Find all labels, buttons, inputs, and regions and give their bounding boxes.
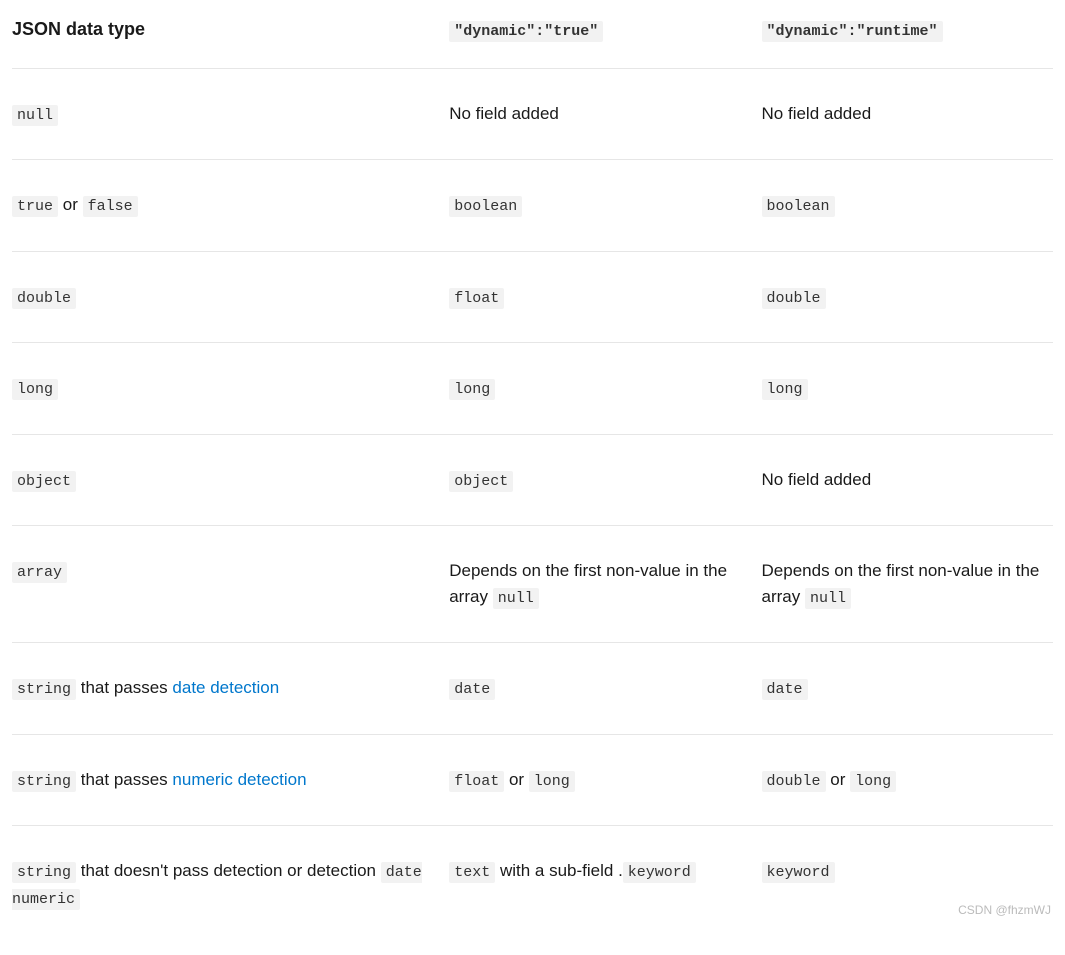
json-type-table: JSON data type "dynamic":"true" "dynamic…	[12, 12, 1053, 943]
table-cell: object	[12, 434, 449, 526]
cell-code: null	[805, 588, 851, 609]
table-cell: long	[762, 343, 1053, 435]
table-cell: float or long	[449, 734, 761, 826]
cell-text: with a sub-field .	[495, 861, 623, 880]
table-cell: double	[762, 251, 1053, 343]
cell-text: that passes	[76, 770, 172, 789]
cell-text: No field added	[762, 470, 872, 489]
cell-text: or	[826, 770, 851, 789]
table-cell: string that passes date detection	[12, 643, 449, 735]
cell-link[interactable]: date detection	[172, 678, 279, 697]
cell-code: float	[449, 771, 504, 792]
table-cell: long	[449, 343, 761, 435]
table-cell: null	[12, 68, 449, 160]
table-cell: double or long	[762, 734, 1053, 826]
watermark: CSDN @fhzmWJ	[958, 901, 1051, 919]
table-cell: Depends on the first non-value in the ar…	[762, 526, 1053, 643]
cell-code: long	[762, 379, 808, 400]
header-dynamic-true: "dynamic":"true"	[449, 12, 761, 68]
table-cell: No field added	[762, 68, 1053, 160]
table-row: double float double	[12, 251, 1053, 343]
cell-code: boolean	[449, 196, 522, 217]
cell-code: text	[449, 862, 495, 883]
table-cell: date	[762, 643, 1053, 735]
cell-text: or	[58, 195, 83, 214]
cell-code: date	[449, 679, 495, 700]
table-cell: No field added	[762, 434, 1053, 526]
table-row: null No field added No field added	[12, 68, 1053, 160]
cell-code: date	[762, 679, 808, 700]
cell-code: false	[83, 196, 138, 217]
cell-code: double	[762, 771, 826, 792]
cell-text: or	[504, 770, 529, 789]
cell-code: string	[12, 771, 76, 792]
cell-link[interactable]: numeric detection	[172, 770, 306, 789]
table-cell: text with a sub-field .keyword	[449, 826, 761, 944]
table-row: long long long	[12, 343, 1053, 435]
cell-code: long	[449, 379, 495, 400]
cell-text: No field added	[762, 104, 872, 123]
table-cell: Depends on the first non-value in the ar…	[449, 526, 761, 643]
cell-text: that passes	[76, 678, 172, 697]
table-cell: long	[12, 343, 449, 435]
table-row: string that doesn't pass detection or de…	[12, 826, 1053, 944]
table-row: array Depends on the first non-value in t…	[12, 526, 1053, 643]
table-row: string that passes numeric detectionfloa…	[12, 734, 1053, 826]
cell-code: keyword	[623, 862, 696, 883]
table-cell: object	[449, 434, 761, 526]
cell-code: object	[449, 471, 513, 492]
table-cell: boolean	[762, 160, 1053, 252]
cell-code: string	[12, 679, 76, 700]
table-row: object object No field added	[12, 434, 1053, 526]
table-row: string that passes date detectiondatedat…	[12, 643, 1053, 735]
header-dynamic-runtime: "dynamic":"runtime"	[762, 12, 1053, 68]
cell-text: Depends on the first non-value in the ar…	[449, 561, 727, 606]
table-cell: double	[12, 251, 449, 343]
cell-code: array	[12, 562, 67, 583]
table-cell: string that doesn't pass detection or de…	[12, 826, 449, 944]
table-cell: keyword	[762, 826, 1053, 944]
cell-code: boolean	[762, 196, 835, 217]
cell-code: double	[762, 288, 826, 309]
cell-code: long	[12, 379, 58, 400]
table-cell: string that passes numeric detection	[12, 734, 449, 826]
table-cell: float	[449, 251, 761, 343]
cell-code: object	[12, 471, 76, 492]
cell-code: string	[12, 862, 76, 883]
cell-text: No field added	[449, 104, 559, 123]
table-cell: boolean	[449, 160, 761, 252]
cell-text: Depends on the first non-value in the ar…	[762, 561, 1040, 606]
cell-code: long	[529, 771, 575, 792]
table-cell: true or false	[12, 160, 449, 252]
cell-code: null	[493, 588, 539, 609]
cell-code: keyword	[762, 862, 835, 883]
table-cell: date	[449, 643, 761, 735]
table-header-row: JSON data type "dynamic":"true" "dynamic…	[12, 12, 1053, 68]
table-cell: No field added	[449, 68, 761, 160]
cell-code: null	[12, 105, 58, 126]
cell-code: double	[12, 288, 76, 309]
cell-code: float	[449, 288, 504, 309]
table-cell: array	[12, 526, 449, 643]
cell-text: that doesn't pass detection or detection	[76, 861, 381, 880]
cell-code: long	[850, 771, 896, 792]
header-json-type: JSON data type	[12, 12, 449, 68]
table-row: true or falsebooleanboolean	[12, 160, 1053, 252]
cell-code: true	[12, 196, 58, 217]
